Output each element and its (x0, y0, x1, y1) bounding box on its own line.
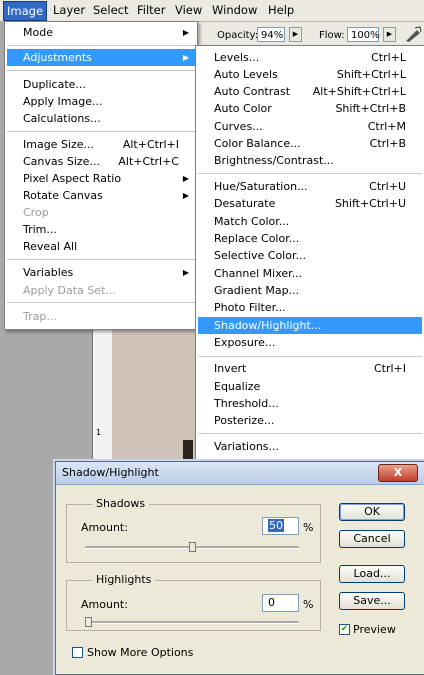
preview-label: Preview (353, 623, 396, 636)
menu-select[interactable]: Select (93, 3, 128, 17)
airbrush-icon[interactable] (404, 26, 422, 44)
shadows-group-title: Shadows (92, 497, 150, 510)
shadows-group: Shadows Amount: 50 % (66, 497, 321, 563)
menu-item-exposure[interactable]: Exposure... (198, 334, 422, 351)
shadows-amount-input[interactable]: 50 (262, 517, 299, 535)
menu-item-curves[interactable]: Curves... Ctrl+M (198, 118, 422, 135)
submenu-arrow-icon: ▶ (182, 268, 189, 277)
save-button[interactable]: Save... (339, 592, 405, 610)
menu-item-photo-filter[interactable]: Photo Filter... (198, 299, 422, 316)
shadow-highlight-dialog: Shadow/Highlight X Shadows Amount: 50 % … (55, 461, 424, 675)
ok-button[interactable]: OK (339, 503, 405, 521)
highlights-amount-label: Amount: (81, 598, 128, 611)
flow-label: Flow: (319, 30, 345, 41)
menu-window[interactable]: Window (212, 3, 257, 17)
flow-field[interactable]: 100% (347, 27, 380, 42)
submenu-arrow-icon: ▶ (182, 28, 189, 37)
preview-checkbox[interactable]: ✔ (339, 624, 350, 635)
menu-filter[interactable]: Filter (137, 3, 165, 17)
shadows-percent-label: % (303, 521, 314, 534)
menu-item-mode[interactable]: Mode ▶ (7, 24, 195, 41)
close-icon[interactable]: X (378, 464, 418, 482)
menu-item-selective-color[interactable]: Selective Color... (198, 247, 422, 264)
highlights-slider-thumb[interactable] (85, 617, 92, 627)
dialog-titlebar[interactable]: Shadow/Highlight X (56, 462, 424, 485)
dialog-title: Shadow/Highlight (62, 466, 159, 479)
show-more-options-checkbox[interactable] (72, 647, 83, 658)
menu-help[interactable]: Help (268, 3, 294, 17)
menu-item-replace-color[interactable]: Replace Color... (198, 230, 422, 247)
ruler-mark: 1 (96, 428, 102, 437)
menu-item-threshold[interactable]: Threshold... (198, 395, 422, 412)
menu-item-channel-mixer[interactable]: Channel Mixer... (198, 265, 422, 282)
menu-item-adjustments[interactable]: Adjustments ▶ (7, 49, 195, 66)
show-more-options-label: Show More Options (87, 646, 194, 659)
menu-item-equalize[interactable]: Equalize (198, 378, 422, 395)
menu-item-levels[interactable]: Levels... Ctrl+L (198, 49, 422, 66)
highlights-percent-label: % (303, 598, 314, 611)
submenu-arrow-icon: ▶ (182, 53, 189, 62)
menu-item-invert[interactable]: Invert Ctrl+I (198, 360, 422, 377)
menu-item-desaturate[interactable]: Desaturate Shift+Ctrl+U (198, 195, 422, 212)
shadows-amount-label: Amount: (81, 521, 128, 534)
submenu-arrow-icon: ▶ (182, 174, 189, 183)
menu-item-canvas-size[interactable]: Canvas Size... Alt+Ctrl+C (7, 153, 195, 170)
menu-item-hue-saturation[interactable]: Hue/Saturation... Ctrl+U (198, 178, 422, 195)
menu-item-rotate-canvas[interactable]: Rotate Canvas ▶ (7, 187, 195, 204)
menu-view[interactable]: View (175, 3, 202, 17)
menu-item-trap: Trap... (23, 310, 57, 323)
shadows-slider-thumb[interactable] (188, 542, 196, 552)
menu-item-shadow-highlight[interactable]: Shadow/Highlight... (198, 317, 422, 334)
menu-image[interactable]: Image (3, 1, 48, 21)
highlights-slider-track[interactable] (85, 621, 299, 624)
menu-layer[interactable]: Layer (53, 3, 85, 17)
opacity-arrow-icon[interactable]: ▶ (289, 27, 302, 42)
flow-arrow-icon[interactable]: ▶ (383, 27, 396, 42)
menu-item-auto-contrast[interactable]: Auto Contrast Alt+Shift+Ctrl+L (198, 83, 422, 100)
menu-item-pixel-aspect-ratio[interactable]: Pixel Aspect Ratio ▶ (7, 170, 195, 187)
menu-item-gradient-map[interactable]: Gradient Map... (198, 282, 422, 299)
cancel-button[interactable]: Cancel (339, 530, 405, 548)
highlights-amount-input[interactable]: 0 (262, 594, 299, 612)
menu-item-reveal-all[interactable]: Reveal All (7, 238, 195, 255)
menu-item-match-color[interactable]: Match Color... (198, 213, 422, 230)
opacity-field[interactable]: 94% (257, 27, 285, 42)
menu-item-variables[interactable]: Variables ▶ (7, 264, 195, 281)
menu-item-crop: Crop (23, 206, 49, 219)
menu-item-color-balance[interactable]: Color Balance... Ctrl+B (198, 135, 422, 152)
menu-item-variations[interactable]: Variations... (198, 438, 422, 455)
menu-item-posterize[interactable]: Posterize... (198, 412, 422, 429)
menu-item-auto-color[interactable]: Auto Color Shift+Ctrl+B (198, 100, 422, 117)
image-menu: Mode ▶ Adjustments ▶ Duplicate... Apply Im… (4, 21, 198, 330)
vertical-ruler: 1 (92, 320, 114, 470)
opacity-label: Opacity: (217, 30, 259, 41)
highlights-group-title: Highlights (92, 573, 156, 586)
menu-item-apply-image[interactable]: Apply Image... (7, 93, 195, 110)
menu-item-auto-levels[interactable]: Auto Levels Shift+Ctrl+L (198, 66, 422, 83)
menu-item-duplicate[interactable]: Duplicate... (7, 76, 195, 93)
load-button[interactable]: Load... (339, 565, 405, 583)
menu-bar: Image Layer Select Filter View Window He… (0, 0, 424, 22)
menu-item-image-size[interactable]: Image Size... Alt+Ctrl+I (7, 136, 195, 153)
menu-item-calculations[interactable]: Calculations... (7, 110, 195, 127)
highlights-group: Highlights Amount: 0 % (66, 573, 321, 631)
adjustments-submenu: Levels... Ctrl+L Auto Levels Shift+Ctrl+L … (195, 45, 424, 463)
menu-item-apply-data-set: Apply Data Set... (23, 284, 116, 297)
menu-item-brightness-contrast[interactable]: Brightness/Contrast... (198, 152, 422, 169)
submenu-arrow-icon: ▶ (182, 191, 189, 200)
menu-item-trim[interactable]: Trim... (7, 221, 195, 238)
